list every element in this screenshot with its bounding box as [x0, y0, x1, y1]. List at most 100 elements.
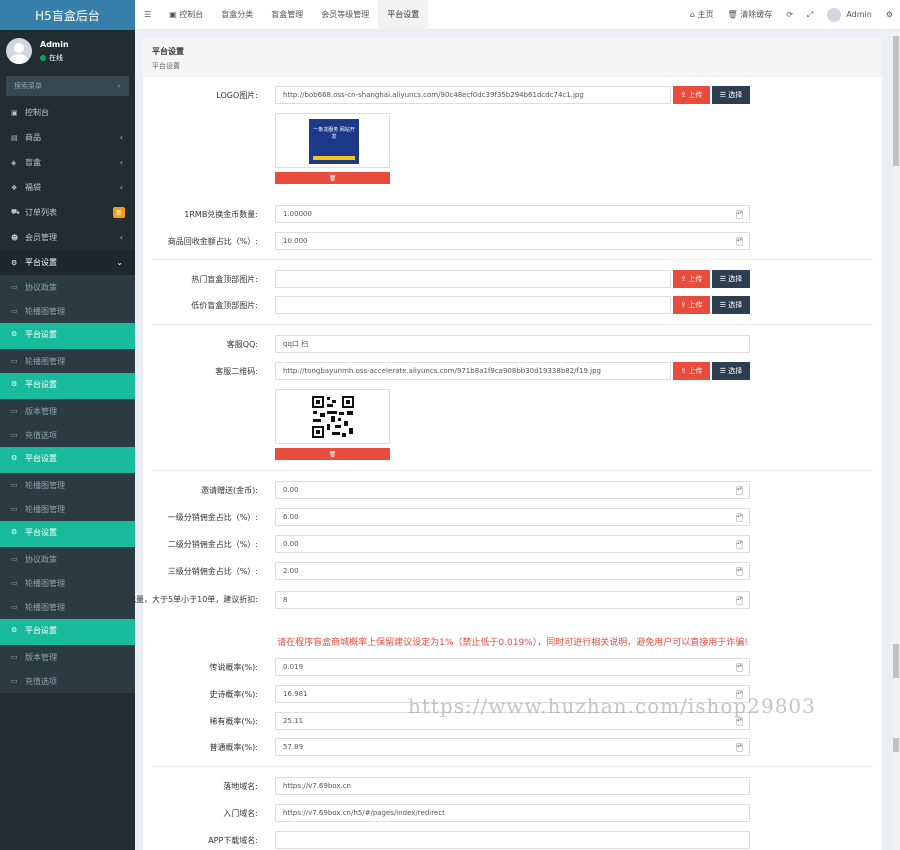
sidebar-item-4[interactable]: ⛟ 订单列表 新 — [0, 200, 135, 225]
app-logo[interactable]: H5盲盒后台 — [0, 0, 135, 30]
stepper-icon[interactable]: ▴▾ — [736, 743, 743, 752]
panel-header: 平台设置 平台设置 — [143, 38, 882, 77]
hot-select-button[interactable]: ☰ 选择 — [712, 270, 750, 288]
search-icon[interactable]: ⌕ — [117, 82, 121, 91]
menu-toggle-icon[interactable]: ☰ — [135, 0, 160, 30]
recycle-ratio-row: 商品回收金额占比（%）: 10.000 ▴▾ — [143, 232, 882, 250]
submenu-item-0[interactable]: ▭ 协议政策 — [0, 275, 135, 299]
scroll-thumb[interactable] — [893, 36, 899, 166]
entry-domain-input[interactable]: https://v7.69box.cn/h5/#/pages/index/red… — [275, 804, 750, 822]
qr-delete-button[interactable]: 🗑 — [275, 448, 390, 460]
submenu-item-label: 平台设置 — [25, 625, 57, 635]
stepper-icon[interactable]: ▴▾ — [736, 210, 743, 219]
hot-upload-button[interactable]: ⇪ 上传 — [673, 270, 710, 288]
top-user-menu[interactable]: Admin — [820, 7, 879, 22]
stepper-icon[interactable]: ▴▾ — [736, 513, 743, 522]
chevron-icon: ‹ — [119, 133, 123, 142]
submenu-item-2[interactable]: ⚙ 平台设置 — [0, 323, 135, 345]
qr-select-button[interactable]: ☰ 选择 — [712, 362, 750, 380]
submenu-item-label: 平台设置 — [25, 329, 57, 339]
list-icon: ▭ — [11, 677, 18, 685]
sidebar-item-2[interactable]: ◈ 盲盒 ‹ — [0, 150, 135, 175]
stepper-icon[interactable]: ▴▾ — [736, 567, 743, 576]
level3-ratio-input[interactable]: 2.00 ▴▾ — [275, 562, 750, 580]
tab-4[interactable]: 平台设置 — [378, 0, 429, 30]
level1-ratio-row: 一级分销佣金占比（%）: 6.00 ▴▾ — [143, 508, 882, 526]
logo-select-button[interactable]: ☰ 选择 — [712, 86, 750, 104]
logo-preview-image: 一条龙服务 网站开发 — [275, 113, 390, 168]
settings-gear-icon[interactable]: ⚙ — [879, 10, 900, 19]
submenu-item-16[interactable]: ▭ 充值选项 — [0, 669, 135, 693]
submenu-item-label: 平台设置 — [25, 527, 57, 537]
sidebar-item-3[interactable]: ❖ 福袋 ‹ — [0, 175, 135, 200]
invite-reward-input[interactable]: 0.00 ▴▾ — [275, 481, 750, 499]
search-input[interactable]: 搜索菜单 — [14, 81, 42, 91]
submenu-item-6[interactable]: ▭ 充值选项 — [0, 423, 135, 447]
legend-prob-input[interactable]: 0.019 ▴▾ — [275, 658, 750, 676]
app-download-input[interactable] — [275, 831, 750, 849]
rmb-coin-input[interactable]: 1.00000 ▴▾ — [275, 205, 750, 223]
stepper-icon[interactable]: ▴▾ — [736, 237, 743, 246]
submenu-item-5[interactable]: ▭ 版本管理 — [0, 399, 135, 423]
submenu-item-10[interactable]: ⚙ 平台设置 — [0, 521, 135, 543]
submenu-item-3[interactable]: ▭ 轮播图管理 — [0, 349, 135, 373]
scroll-thumb-tertiary[interactable] — [893, 738, 899, 752]
stepper-icon[interactable]: ▴▾ — [736, 540, 743, 549]
submenu-item-9[interactable]: ▭ 轮播图管理 — [0, 497, 135, 521]
service-qq-label: 客服QQ: — [226, 339, 258, 349]
common-prob-input[interactable]: 57.89 ▴▾ — [275, 738, 750, 756]
service-qq-input[interactable]: qq口 扫 — [275, 335, 750, 353]
sidebar-item-5[interactable]: ☻ 会员管理 ‹ — [0, 225, 135, 250]
stepper-icon[interactable]: ▴▾ — [736, 717, 743, 726]
refresh-icon[interactable]: ⟳ — [779, 10, 800, 19]
submenu-item-label: 版本管理 — [25, 406, 57, 416]
home-link[interactable]: ⌂ 主页 — [683, 9, 721, 20]
new-badge: 新 — [112, 207, 125, 218]
submenu-item-7[interactable]: ⚙ 平台设置 — [0, 447, 135, 469]
fullscreen-icon[interactable]: ⤢ — [800, 10, 820, 20]
stepper-icon[interactable]: ▴▾ — [736, 596, 743, 605]
tab-2[interactable]: 盲盒管理 — [262, 0, 312, 30]
level1-ratio-input[interactable]: 6.00 ▴▾ — [275, 508, 750, 526]
panel-subtitle: 平台设置 — [152, 62, 180, 70]
cheap-select-button[interactable]: ☰ 选择 — [712, 296, 750, 314]
submenu-item-13[interactable]: ▭ 轮播图管理 — [0, 595, 135, 619]
submenu-item-12[interactable]: ▭ 轮播图管理 — [0, 571, 135, 595]
logo-delete-button[interactable]: 🗑 — [275, 172, 390, 184]
logo-row: LOGO图片: http://bob668.oss-cn-shanghai.al… — [143, 86, 882, 104]
sidebar-item-0[interactable]: ▣ 控制台 — [0, 100, 135, 125]
sidebar-item-6[interactable]: ⚙ 平台设置 ⌄ — [0, 250, 135, 275]
tab-0[interactable]: ▣ 控制台 — [160, 0, 212, 30]
submenu-item-4[interactable]: ⚙ 平台设置 — [0, 373, 135, 395]
stepper-icon[interactable]: ▴▾ — [736, 486, 743, 495]
list-icon: ▭ — [11, 603, 18, 611]
scroll-thumb-secondary[interactable] — [893, 644, 899, 678]
online-dot-icon — [40, 54, 46, 61]
submenu-item-15[interactable]: ▭ 版本管理 — [0, 645, 135, 669]
clear-cache-button[interactable]: 🗑 清除缓存 — [721, 9, 780, 20]
gear-icon: ⚙ — [11, 380, 18, 388]
cheap-top-image-input[interactable] — [275, 296, 671, 314]
vertical-scrollbar[interactable] — [892, 30, 900, 850]
tab-3[interactable]: 会员等级管理 — [312, 0, 378, 30]
logo-upload-button[interactable]: ⇪ 上传 — [673, 86, 710, 104]
bind-domain-input[interactable]: https://v7.69box.cn — [275, 777, 750, 795]
hot-top-image-input[interactable] — [275, 270, 671, 288]
cheap-upload-button[interactable]: ⇪ 上传 — [673, 296, 710, 314]
sidebar-search[interactable]: 搜索菜单 ⌕ — [6, 76, 129, 96]
submenu-item-8[interactable]: ▭ 轮播图管理 — [0, 473, 135, 497]
sidebar-item-1[interactable]: ▤ 商品 ‹ — [0, 125, 135, 150]
submenu-item-14[interactable]: ⚙ 平台设置 — [0, 619, 135, 641]
stepper-icon[interactable]: ▴▾ — [736, 663, 743, 672]
logo-label: LOGO图片: — [216, 90, 258, 100]
level2-ratio-input[interactable]: 0.00 ▴▾ — [275, 535, 750, 553]
submenu-item-11[interactable]: ▭ 协议政策 — [0, 547, 135, 571]
recycle-ratio-input[interactable]: 10.000 ▴▾ — [275, 232, 750, 250]
tab-1[interactable]: 盲盒分类 — [212, 0, 262, 30]
bulk-discount-input[interactable]: 8 ▴▾ — [275, 591, 750, 609]
submenu-item-1[interactable]: ▭ 轮播图管理 — [0, 299, 135, 323]
hot-top-image-label: 热门盲盒顶部图片: — [191, 274, 258, 284]
service-qr-input[interactable]: http://tongbayunmh.oss-accelerate.aliyun… — [275, 362, 671, 380]
qr-upload-button[interactable]: ⇪ 上传 — [673, 362, 710, 380]
logo-url-input[interactable]: http://bob668.oss-cn-shanghai.aliyuncs.c… — [275, 86, 671, 104]
